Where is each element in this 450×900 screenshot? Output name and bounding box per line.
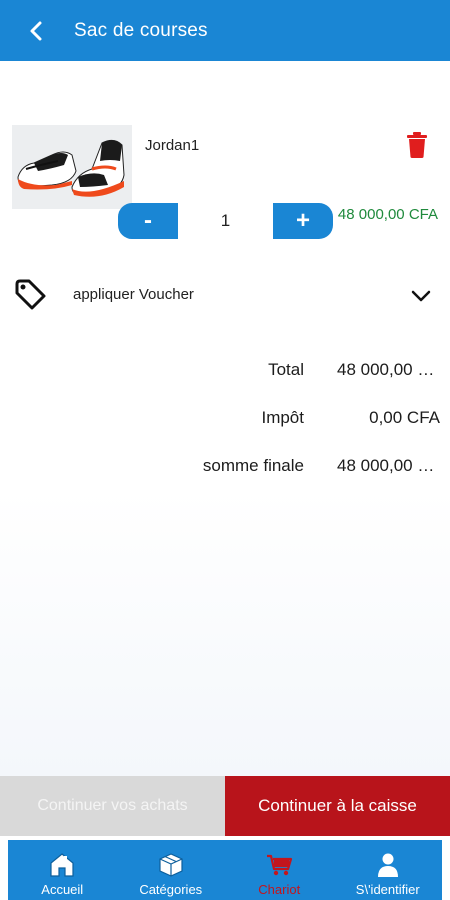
continue-shopping-button[interactable]: Continuer vos achats (0, 776, 225, 836)
user-icon (377, 853, 398, 877)
quantity-value: 1 (220, 211, 231, 230)
nav-item-home[interactable]: Accueil (8, 840, 117, 900)
total-value: 48 000,00 CFA (337, 360, 440, 379)
nav-item-cart[interactable]: Chariot (225, 840, 334, 900)
decrease-quantity-button[interactable]: - (118, 203, 178, 239)
action-bar: Continuer vos achats Continuer à la cais… (0, 776, 450, 836)
nav-label-home: Accueil (41, 882, 84, 897)
nav-label-cart: Chariot (258, 882, 301, 897)
nav-label-sign-in: S\'identifier (355, 882, 420, 897)
voucher-label: appliquer Voucher (73, 286, 194, 303)
summary-row-total: Total 48 000,00 CFA (0, 360, 450, 388)
cart-item: Jordan1 48 000,00 CFA - 1 + (0, 121, 450, 251)
trash-icon (407, 132, 427, 158)
checkout-button[interactable]: Continuer à la caisse (225, 776, 450, 836)
product-name[interactable]: Jordan1 (145, 137, 199, 154)
tax-value: 0,00 CFA (369, 408, 440, 427)
sneakers-image (12, 125, 132, 209)
tax-label: Impôt (261, 408, 304, 427)
cart-content: Jordan1 48 000,00 CFA - 1 + appliquer Vo… (0, 61, 450, 776)
nav-item-categories[interactable]: Catégories (117, 840, 226, 900)
cart-icon (267, 854, 293, 876)
increase-quantity-button[interactable]: + (273, 203, 333, 239)
product-image[interactable] (12, 125, 132, 209)
bottom-navigation: Accueil Catégories Chariot S\'identifier (0, 836, 450, 900)
total-label: Total (268, 360, 304, 379)
back-arrow-icon (30, 21, 42, 40)
back-button[interactable] (0, 0, 62, 61)
home-icon (50, 853, 74, 877)
nav-label-categories: Catégories (139, 882, 203, 897)
final-value: 48 000,00 CFA (337, 456, 440, 475)
summary-row-tax: Impôt 0,00 CFA (0, 408, 450, 436)
product-price: 48 000,00 CFA (337, 206, 438, 223)
final-label: somme finale (202, 456, 304, 475)
quantity-stepper: - 1 + (118, 203, 333, 239)
app-bar: Sac de courses (0, 0, 450, 61)
delete-button[interactable] (405, 131, 429, 159)
chevron-down-icon[interactable] (408, 285, 434, 307)
summary-row-final: somme finale 48 000,00 CFA (0, 456, 450, 484)
box-icon (159, 853, 183, 877)
tag-icon (15, 279, 46, 310)
nav-item-sign-in[interactable]: S\'identifier (334, 840, 443, 900)
voucher-row[interactable]: appliquer Voucher (0, 267, 450, 323)
page-title: Sac de courses (74, 19, 208, 41)
